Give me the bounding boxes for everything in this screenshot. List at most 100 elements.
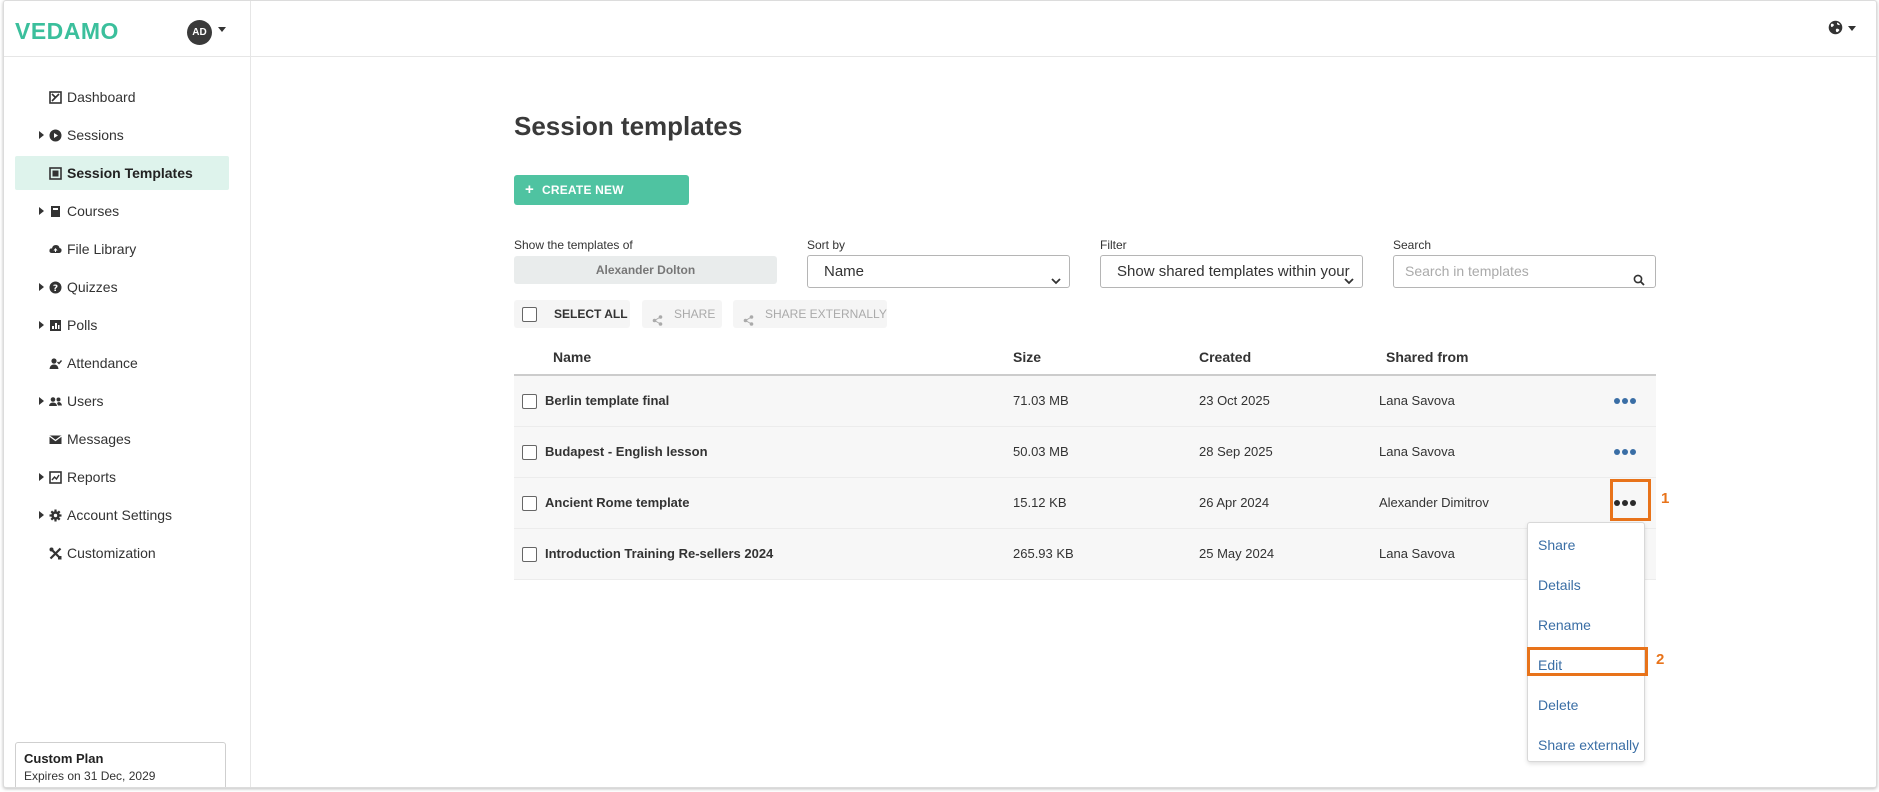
table-row[interactable]: Berlin template final 71.03 MB 23 Oct 20… bbox=[514, 376, 1656, 427]
chevron-down-icon[interactable] bbox=[218, 27, 226, 32]
chevron-right-icon[interactable] bbox=[39, 511, 44, 519]
chevron-right-icon[interactable] bbox=[39, 397, 44, 405]
sidebar-item-label: Courses bbox=[67, 203, 120, 219]
user-avatar[interactable]: AD bbox=[187, 20, 212, 45]
share-externally-label: SHARE EXTERNALLY bbox=[765, 307, 887, 321]
globe-icon bbox=[1828, 20, 1843, 35]
chevron-right-icon[interactable] bbox=[39, 283, 44, 291]
template-shared-from: Lana Savova bbox=[1379, 393, 1455, 408]
plan-title: Custom Plan bbox=[24, 751, 104, 766]
templates-table: Name Size Created Shared from Berlin tem… bbox=[514, 338, 1656, 580]
sidebar-item-label: Users bbox=[67, 393, 104, 409]
select-all-checkbox[interactable] bbox=[522, 307, 537, 322]
dashboard-icon bbox=[49, 91, 62, 104]
sidebar-item-session-templates[interactable]: Session Templates bbox=[15, 156, 229, 190]
chevron-right-icon[interactable] bbox=[39, 131, 44, 139]
template-shared-from: Lana Savova bbox=[1379, 546, 1455, 561]
template-shared-from: Alexander Dimitrov bbox=[1379, 495, 1489, 510]
template-name[interactable]: Ancient Rome template bbox=[545, 495, 689, 510]
search-input[interactable] bbox=[1405, 263, 1615, 279]
sidebar-nav: Dashboard Sessions Session Templates Cou… bbox=[15, 78, 229, 572]
tools-icon bbox=[49, 547, 62, 560]
owner-filter-value[interactable]: Alexander Dolton bbox=[514, 256, 777, 284]
share-externally-button[interactable]: SHARE EXTERNALLY bbox=[733, 300, 887, 328]
sidebar-item-label: Messages bbox=[67, 431, 131, 447]
menu-item-delete[interactable]: Delete bbox=[1538, 697, 1578, 713]
share-label: SHARE bbox=[674, 307, 716, 321]
more-options-icon[interactable] bbox=[1614, 398, 1636, 404]
filter-label: Filter bbox=[1100, 238, 1127, 252]
report-icon bbox=[49, 471, 62, 484]
sidebar-item-attendance[interactable]: Attendance bbox=[15, 344, 229, 382]
top-bar bbox=[251, 1, 1876, 57]
chevron-right-icon[interactable] bbox=[39, 473, 44, 481]
users-icon bbox=[49, 395, 62, 408]
step-number-2: 2 bbox=[1656, 651, 1665, 668]
sidebar-item-courses[interactable]: Courses bbox=[15, 192, 229, 230]
more-options-icon[interactable] bbox=[1614, 449, 1636, 455]
step-number-1: 1 bbox=[1661, 490, 1670, 507]
sort-select-value: Name bbox=[824, 263, 865, 280]
sidebar-item-sessions[interactable]: Sessions bbox=[15, 116, 229, 154]
sidebar-item-users[interactable]: Users bbox=[15, 382, 229, 420]
template-size: 15.12 KB bbox=[1013, 495, 1067, 510]
sidebar-item-reports[interactable]: Reports bbox=[15, 458, 229, 496]
row-checkbox[interactable] bbox=[522, 445, 537, 460]
template-name[interactable]: Budapest - English lesson bbox=[545, 444, 708, 459]
template-name[interactable]: Berlin template final bbox=[545, 393, 669, 408]
column-header-size[interactable]: Size bbox=[1013, 349, 1041, 365]
table-row[interactable]: Introduction Training Re-sellers 2024 26… bbox=[514, 529, 1656, 580]
create-new-template-button[interactable]: + CREATE NEW TEMPLATE bbox=[514, 175, 689, 227]
create-new-template-label: CREATE NEW TEMPLATE bbox=[542, 183, 624, 227]
row-checkbox[interactable] bbox=[522, 394, 537, 409]
menu-item-rename[interactable]: Rename bbox=[1538, 617, 1591, 633]
select-all-button[interactable]: SELECT ALL bbox=[514, 300, 630, 328]
template-created: 23 Oct 2025 bbox=[1199, 393, 1270, 408]
sidebar-item-polls[interactable]: Polls bbox=[15, 306, 229, 344]
sidebar-item-label: Reports bbox=[67, 469, 117, 485]
sidebar-item-quizzes[interactable]: ? Quizzes bbox=[15, 268, 229, 306]
main-content: Session templates + CREATE NEW TEMPLATE … bbox=[251, 58, 1876, 787]
menu-item-share-externally[interactable]: Share externally bbox=[1538, 737, 1639, 753]
sidebar-item-file-library[interactable]: File Library bbox=[15, 230, 229, 268]
menu-item-share[interactable]: Share bbox=[1538, 537, 1575, 553]
column-header-name[interactable]: Name bbox=[553, 349, 591, 365]
owner-filter-label: Show the templates of bbox=[514, 238, 633, 252]
language-selector[interactable] bbox=[1828, 20, 1856, 38]
row-checkbox[interactable] bbox=[522, 496, 537, 511]
table-row[interactable]: Ancient Rome template 15.12 KB 26 Apr 20… bbox=[514, 478, 1656, 529]
table-row[interactable]: Budapest - English lesson 50.03 MB 28 Se… bbox=[514, 427, 1656, 478]
cloud-upload-icon bbox=[49, 243, 62, 256]
search-icon[interactable] bbox=[1633, 266, 1645, 286]
share-icon bbox=[652, 308, 663, 326]
highlight-box-step-1 bbox=[1610, 479, 1651, 521]
sidebar-header: VEDAMO AD bbox=[4, 1, 251, 57]
play-circle-icon bbox=[49, 129, 62, 142]
sidebar-item-label: Quizzes bbox=[67, 279, 118, 295]
sidebar-item-messages[interactable]: Messages bbox=[15, 420, 229, 458]
chevron-right-icon[interactable] bbox=[39, 207, 44, 215]
sort-select[interactable]: Name bbox=[807, 255, 1070, 288]
search-label: Search bbox=[1393, 238, 1432, 252]
search-field[interactable] bbox=[1393, 255, 1656, 288]
template-icon bbox=[49, 167, 62, 180]
user-check-icon bbox=[49, 357, 62, 370]
sidebar-item-label: Account Settings bbox=[67, 507, 173, 523]
column-header-created[interactable]: Created bbox=[1199, 349, 1251, 365]
vedamo-logo[interactable]: VEDAMO bbox=[15, 18, 119, 45]
sidebar-item-dashboard[interactable]: Dashboard bbox=[15, 78, 229, 116]
sidebar-item-customization[interactable]: Customization bbox=[15, 534, 229, 572]
template-name[interactable]: Introduction Training Re-sellers 2024 bbox=[545, 546, 773, 561]
chevron-down-icon bbox=[1344, 266, 1354, 285]
chevron-right-icon[interactable] bbox=[39, 321, 44, 329]
column-header-shared-from[interactable]: Shared from bbox=[1386, 349, 1468, 365]
sidebar-item-account-settings[interactable]: Account Settings bbox=[15, 496, 229, 534]
menu-item-details[interactable]: Details bbox=[1538, 577, 1581, 593]
share-button[interactable]: SHARE bbox=[642, 300, 722, 328]
app-window: VEDAMO AD Dashboard Sessions Session Tem… bbox=[3, 0, 1877, 788]
sort-label: Sort by bbox=[807, 238, 846, 252]
row-checkbox[interactable] bbox=[522, 547, 537, 562]
filter-select[interactable]: Show shared templates within your bbox=[1100, 255, 1363, 288]
chevron-down-icon[interactable] bbox=[1848, 26, 1856, 31]
template-size: 265.93 KB bbox=[1013, 546, 1074, 561]
